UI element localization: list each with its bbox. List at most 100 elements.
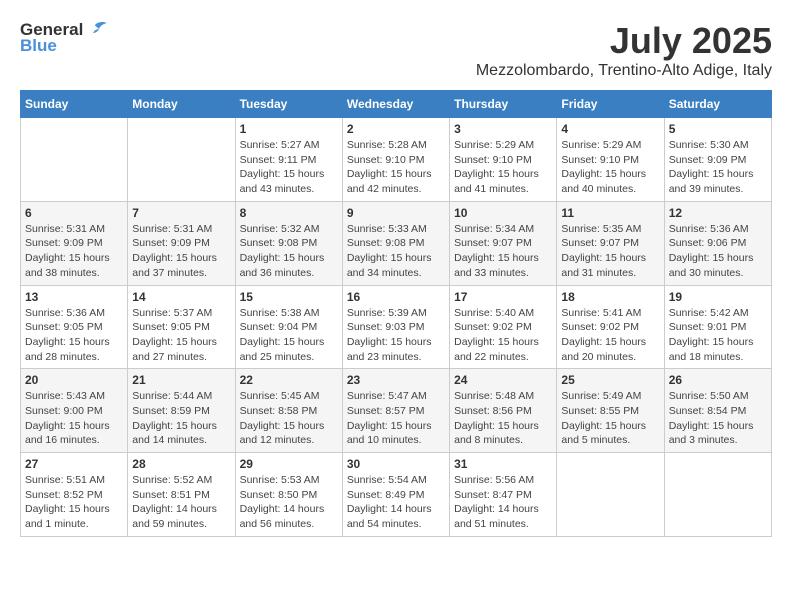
day-info: Sunrise: 5:33 AM Sunset: 9:08 PM Dayligh… — [347, 222, 445, 281]
weekday-header-monday: Monday — [128, 91, 235, 118]
day-number: 5 — [669, 122, 767, 136]
calendar-cell: 11Sunrise: 5:35 AM Sunset: 9:07 PM Dayli… — [557, 201, 664, 285]
day-number: 14 — [132, 290, 230, 304]
day-number: 3 — [454, 122, 552, 136]
calendar-cell: 12 Sunrise: 5:36 AM Sunset: 9:06 PM Dayli… — [664, 201, 771, 285]
day-number: 9 — [347, 206, 445, 220]
day-number: 29 — [240, 457, 338, 471]
day-number: 15 — [240, 290, 338, 304]
calendar-cell: 24 Sunrise: 5:48 AM Sunset: 8:56 PM Dayli… — [450, 369, 557, 453]
day-info: Sunrise: 5:31 AM Sunset: 9:09 PM Dayligh… — [132, 222, 230, 281]
calendar-cell: 19Sunrise: 5:42 AM Sunset: 9:01 PM Dayli… — [664, 285, 771, 369]
day-number: 31 — [454, 457, 552, 471]
day-number: 16 — [347, 290, 445, 304]
calendar-cell: 8Sunrise: 5:32 AM Sunset: 9:08 PM Daylig… — [235, 201, 342, 285]
day-number: 18 — [561, 290, 659, 304]
logo-blue-text: Blue — [20, 36, 57, 56]
calendar-week-row: 13Sunrise: 5:36 AM Sunset: 9:05 PM Dayli… — [21, 285, 772, 369]
weekday-header-tuesday: Tuesday — [235, 91, 342, 118]
day-number: 27 — [25, 457, 123, 471]
day-number: 17 — [454, 290, 552, 304]
calendar-week-row: 6 Sunrise: 5:31 AM Sunset: 9:09 PM Daylig… — [21, 201, 772, 285]
calendar-cell: 15 Sunrise: 5:38 AM Sunset: 9:04 PM Dayli… — [235, 285, 342, 369]
weekday-header-wednesday: Wednesday — [342, 91, 449, 118]
day-number: 10 — [454, 206, 552, 220]
day-info: Sunrise: 5:42 AM Sunset: 9:01 PM Dayligh… — [669, 306, 767, 365]
calendar-cell: 31 Sunrise: 5:56 AM Sunset: 8:47 PM Dayli… — [450, 453, 557, 537]
calendar-week-row: 20Sunrise: 5:43 AM Sunset: 9:00 PM Dayli… — [21, 369, 772, 453]
day-number: 11 — [561, 206, 659, 220]
day-info: Sunrise: 5:56 AM Sunset: 8:47 PM Dayligh… — [454, 473, 552, 532]
day-info: Sunrise: 5:39 AM Sunset: 9:03 PM Dayligh… — [347, 306, 445, 365]
month-title: July 2025 — [476, 20, 772, 62]
day-info: Sunrise: 5:29 AM Sunset: 9:10 PM Dayligh… — [561, 138, 659, 197]
calendar-cell: 1Sunrise: 5:27 AM Sunset: 9:11 PM Daylig… — [235, 118, 342, 202]
calendar-cell — [664, 453, 771, 537]
calendar-body: 1Sunrise: 5:27 AM Sunset: 9:11 PM Daylig… — [21, 118, 772, 537]
day-info: Sunrise: 5:36 AM Sunset: 9:06 PM Dayligh… — [669, 222, 767, 281]
calendar-cell: 22 Sunrise: 5:45 AM Sunset: 8:58 PM Dayli… — [235, 369, 342, 453]
day-number: 6 — [25, 206, 123, 220]
day-info: Sunrise: 5:28 AM Sunset: 9:10 PM Dayligh… — [347, 138, 445, 197]
day-info: Sunrise: 5:54 AM Sunset: 8:49 PM Dayligh… — [347, 473, 445, 532]
logo: General Blue — [20, 20, 107, 56]
calendar-cell: 30Sunrise: 5:54 AM Sunset: 8:49 PM Dayli… — [342, 453, 449, 537]
day-info: Sunrise: 5:43 AM Sunset: 9:00 PM Dayligh… — [25, 389, 123, 448]
weekday-header-sunday: Sunday — [21, 91, 128, 118]
logo-bird-icon — [85, 21, 107, 39]
calendar-week-row: 27 Sunrise: 5:51 AM Sunset: 8:52 PM Dayli… — [21, 453, 772, 537]
location-subtitle: Mezzolombardo, Trentino-Alto Adige, Ital… — [476, 62, 772, 80]
calendar-table: SundayMondayTuesdayWednesdayThursdayFrid… — [20, 90, 772, 537]
calendar-cell: 2 Sunrise: 5:28 AM Sunset: 9:10 PM Daylig… — [342, 118, 449, 202]
day-number: 7 — [132, 206, 230, 220]
day-info: Sunrise: 5:48 AM Sunset: 8:56 PM Dayligh… — [454, 389, 552, 448]
day-info: Sunrise: 5:45 AM Sunset: 8:58 PM Dayligh… — [240, 389, 338, 448]
day-number: 21 — [132, 373, 230, 387]
day-number: 25 — [561, 373, 659, 387]
day-number: 26 — [669, 373, 767, 387]
day-info: Sunrise: 5:52 AM Sunset: 8:51 PM Dayligh… — [132, 473, 230, 532]
calendar-cell — [128, 118, 235, 202]
day-number: 2 — [347, 122, 445, 136]
weekday-header-thursday: Thursday — [450, 91, 557, 118]
day-number: 8 — [240, 206, 338, 220]
day-info: Sunrise: 5:49 AM Sunset: 8:55 PM Dayligh… — [561, 389, 659, 448]
calendar-cell: 14 Sunrise: 5:37 AM Sunset: 9:05 PM Dayli… — [128, 285, 235, 369]
day-info: Sunrise: 5:47 AM Sunset: 8:57 PM Dayligh… — [347, 389, 445, 448]
calendar-cell: 21 Sunrise: 5:44 AM Sunset: 8:59 PM Dayli… — [128, 369, 235, 453]
calendar-cell: 26Sunrise: 5:50 AM Sunset: 8:54 PM Dayli… — [664, 369, 771, 453]
calendar-cell: 9 Sunrise: 5:33 AM Sunset: 9:08 PM Daylig… — [342, 201, 449, 285]
day-info: Sunrise: 5:30 AM Sunset: 9:09 PM Dayligh… — [669, 138, 767, 197]
calendar-header: SundayMondayTuesdayWednesdayThursdayFrid… — [21, 91, 772, 118]
calendar-cell: 10Sunrise: 5:34 AM Sunset: 9:07 PM Dayli… — [450, 201, 557, 285]
calendar-cell: 28 Sunrise: 5:52 AM Sunset: 8:51 PM Dayli… — [128, 453, 235, 537]
day-info: Sunrise: 5:40 AM Sunset: 9:02 PM Dayligh… — [454, 306, 552, 365]
day-info: Sunrise: 5:31 AM Sunset: 9:09 PM Dayligh… — [25, 222, 123, 281]
calendar-cell: 17 Sunrise: 5:40 AM Sunset: 9:02 PM Dayli… — [450, 285, 557, 369]
day-info: Sunrise: 5:37 AM Sunset: 9:05 PM Dayligh… — [132, 306, 230, 365]
calendar-cell: 3Sunrise: 5:29 AM Sunset: 9:10 PM Daylig… — [450, 118, 557, 202]
day-number: 13 — [25, 290, 123, 304]
calendar-cell: 23 Sunrise: 5:47 AM Sunset: 8:57 PM Dayli… — [342, 369, 449, 453]
day-number: 22 — [240, 373, 338, 387]
day-number: 12 — [669, 206, 767, 220]
day-info: Sunrise: 5:38 AM Sunset: 9:04 PM Dayligh… — [240, 306, 338, 365]
day-info: Sunrise: 5:44 AM Sunset: 8:59 PM Dayligh… — [132, 389, 230, 448]
day-info: Sunrise: 5:53 AM Sunset: 8:50 PM Dayligh… — [240, 473, 338, 532]
day-number: 1 — [240, 122, 338, 136]
day-number: 23 — [347, 373, 445, 387]
calendar-cell — [21, 118, 128, 202]
day-info: Sunrise: 5:51 AM Sunset: 8:52 PM Dayligh… — [25, 473, 123, 532]
calendar-cell: 29 Sunrise: 5:53 AM Sunset: 8:50 PM Dayli… — [235, 453, 342, 537]
day-info: Sunrise: 5:41 AM Sunset: 9:02 PM Dayligh… — [561, 306, 659, 365]
calendar-cell: 25 Sunrise: 5:49 AM Sunset: 8:55 PM Dayli… — [557, 369, 664, 453]
weekday-header-saturday: Saturday — [664, 91, 771, 118]
calendar-cell: 20Sunrise: 5:43 AM Sunset: 9:00 PM Dayli… — [21, 369, 128, 453]
calendar-cell: 6 Sunrise: 5:31 AM Sunset: 9:09 PM Daylig… — [21, 201, 128, 285]
day-number: 24 — [454, 373, 552, 387]
calendar-cell: 7 Sunrise: 5:31 AM Sunset: 9:09 PM Daylig… — [128, 201, 235, 285]
calendar-cell: 16 Sunrise: 5:39 AM Sunset: 9:03 PM Dayli… — [342, 285, 449, 369]
day-number: 28 — [132, 457, 230, 471]
page-header: General Blue July 2025 Mezzolombardo, Tr… — [20, 20, 772, 80]
calendar-cell: 5 Sunrise: 5:30 AM Sunset: 9:09 PM Daylig… — [664, 118, 771, 202]
